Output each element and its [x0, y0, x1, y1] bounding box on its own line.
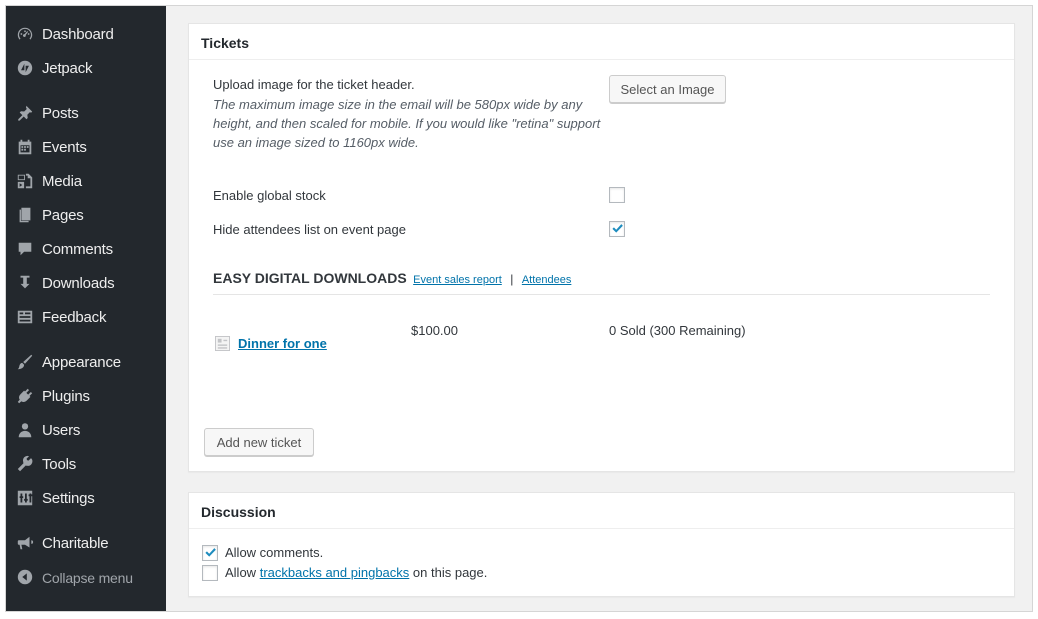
event-sales-report-link[interactable]: Event sales report	[413, 274, 502, 286]
sidebar-item-pages[interactable]: Pages	[6, 200, 166, 230]
upload-image-label: Upload image for the ticket header.	[213, 77, 415, 92]
sidebar-item-plugins[interactable]: Plugins	[6, 381, 166, 411]
allow-pings-prefix: Allow	[225, 565, 257, 580]
sidebar-item-media[interactable]: Media	[6, 166, 166, 196]
checkmark-icon	[612, 224, 623, 233]
sidebar-item-label: Appearance	[42, 354, 121, 371]
allow-pings-label: Allow trackbacks and pingbacks on this p…	[225, 565, 487, 580]
media-icon	[15, 171, 35, 191]
sidebar-item-events[interactable]: Events	[6, 132, 166, 162]
sidebar-item-label: Users	[42, 422, 81, 439]
sidebar-item-comments[interactable]: Comments	[6, 234, 166, 264]
select-image-button[interactable]: Select an Image	[609, 75, 726, 103]
feedback-icon	[15, 307, 35, 327]
sidebar-item-label: Downloads	[42, 275, 115, 292]
sidebar-item-downloads[interactable]: Downloads	[6, 268, 166, 298]
provider-heading: EASY DIGITAL DOWNLOADS	[213, 270, 407, 286]
megaphone-icon	[15, 533, 35, 553]
pin-icon	[15, 103, 35, 123]
attendees-link[interactable]: Attendees	[522, 274, 572, 286]
add-new-ticket-button[interactable]: Add new ticket	[204, 428, 314, 456]
sidebar-item-posts[interactable]: Posts	[6, 98, 166, 128]
global-stock-label: Enable global stock	[213, 188, 326, 203]
tickets-metabox: Tickets Upload image for the ticket head…	[188, 23, 1015, 472]
admin-sidebar: Dashboard Jetpack Posts Events Media Pag…	[6, 6, 166, 611]
provider-divider	[213, 294, 990, 295]
upload-image-description: The maximum image size in the email will…	[213, 97, 601, 150]
sidebar-item-label: Tools	[42, 456, 77, 473]
allow-comments-label: Allow comments.	[225, 545, 324, 560]
ticket-stock-status: 0 Sold (300 Remaining)	[609, 323, 746, 338]
hide-attendees-label: Hide attendees list on event page	[213, 222, 406, 237]
calendar-icon	[15, 137, 35, 157]
sidebar-item-appearance[interactable]: Appearance	[6, 347, 166, 377]
sidebar-item-label: Collapse menu	[42, 570, 133, 586]
paintbrush-icon	[15, 352, 35, 372]
plugin-icon	[15, 386, 35, 406]
sidebar-item-label: Settings	[42, 490, 95, 507]
sidebar-item-settings[interactable]: Settings	[6, 483, 166, 513]
sidebar-item-label: Pages	[42, 207, 84, 224]
sidebar-item-label: Comments	[42, 241, 113, 258]
sidebar-item-users[interactable]: Users	[6, 415, 166, 445]
allow-pings-checkbox[interactable]	[202, 565, 218, 581]
allow-comments-checkbox[interactable]	[202, 545, 218, 561]
sidebar-item-label: Charitable	[42, 535, 109, 552]
collapse-menu-button[interactable]: Collapse menu	[6, 562, 166, 592]
user-icon	[15, 420, 35, 440]
global-stock-checkbox[interactable]	[609, 187, 625, 203]
ticket-icon	[215, 336, 230, 351]
trackbacks-pingbacks-link[interactable]: trackbacks and pingbacks	[260, 565, 410, 580]
provider-row: EASY DIGITAL DOWNLOADS Event sales repor…	[213, 270, 571, 288]
tickets-metabox-header[interactable]: Tickets	[189, 24, 1014, 60]
collapse-icon	[15, 567, 35, 587]
pages-icon	[15, 205, 35, 225]
sidebar-item-label: Media	[42, 173, 82, 190]
ticket-price: $100.00	[411, 323, 458, 338]
wrench-icon	[15, 454, 35, 474]
sidebar-item-label: Dashboard	[42, 26, 114, 43]
tickets-title: Tickets	[201, 35, 249, 51]
sidebar-item-label: Events	[42, 139, 87, 156]
discussion-metabox-header[interactable]: Discussion	[189, 493, 1014, 529]
sidebar-item-charitable[interactable]: Charitable	[6, 528, 166, 558]
jetpack-icon	[15, 58, 35, 78]
wp-admin-window: Dashboard Jetpack Posts Events Media Pag…	[6, 6, 1032, 611]
sidebar-item-jetpack[interactable]: Jetpack	[6, 53, 166, 83]
link-separator: |	[510, 272, 514, 286]
dashboard-icon	[15, 24, 35, 44]
download-icon	[15, 273, 35, 293]
sidebar-item-label: Jetpack	[42, 60, 93, 77]
checkmark-icon	[205, 548, 216, 557]
discussion-metabox: Discussion Allow comments. Allow trackba…	[188, 492, 1015, 597]
hide-attendees-checkbox[interactable]	[609, 221, 625, 237]
settings-icon	[15, 488, 35, 508]
sidebar-item-label: Feedback	[42, 309, 107, 326]
sidebar-item-label: Plugins	[42, 388, 90, 405]
comment-icon	[15, 239, 35, 259]
ticket-name-link[interactable]: Dinner for one	[238, 336, 327, 351]
allow-pings-suffix: on this page.	[412, 565, 488, 580]
sidebar-item-feedback[interactable]: Feedback	[6, 302, 166, 332]
discussion-title: Discussion	[201, 504, 276, 520]
sidebar-item-label: Posts	[42, 105, 79, 122]
sidebar-item-tools[interactable]: Tools	[6, 449, 166, 479]
sidebar-item-dashboard[interactable]: Dashboard	[6, 19, 166, 49]
